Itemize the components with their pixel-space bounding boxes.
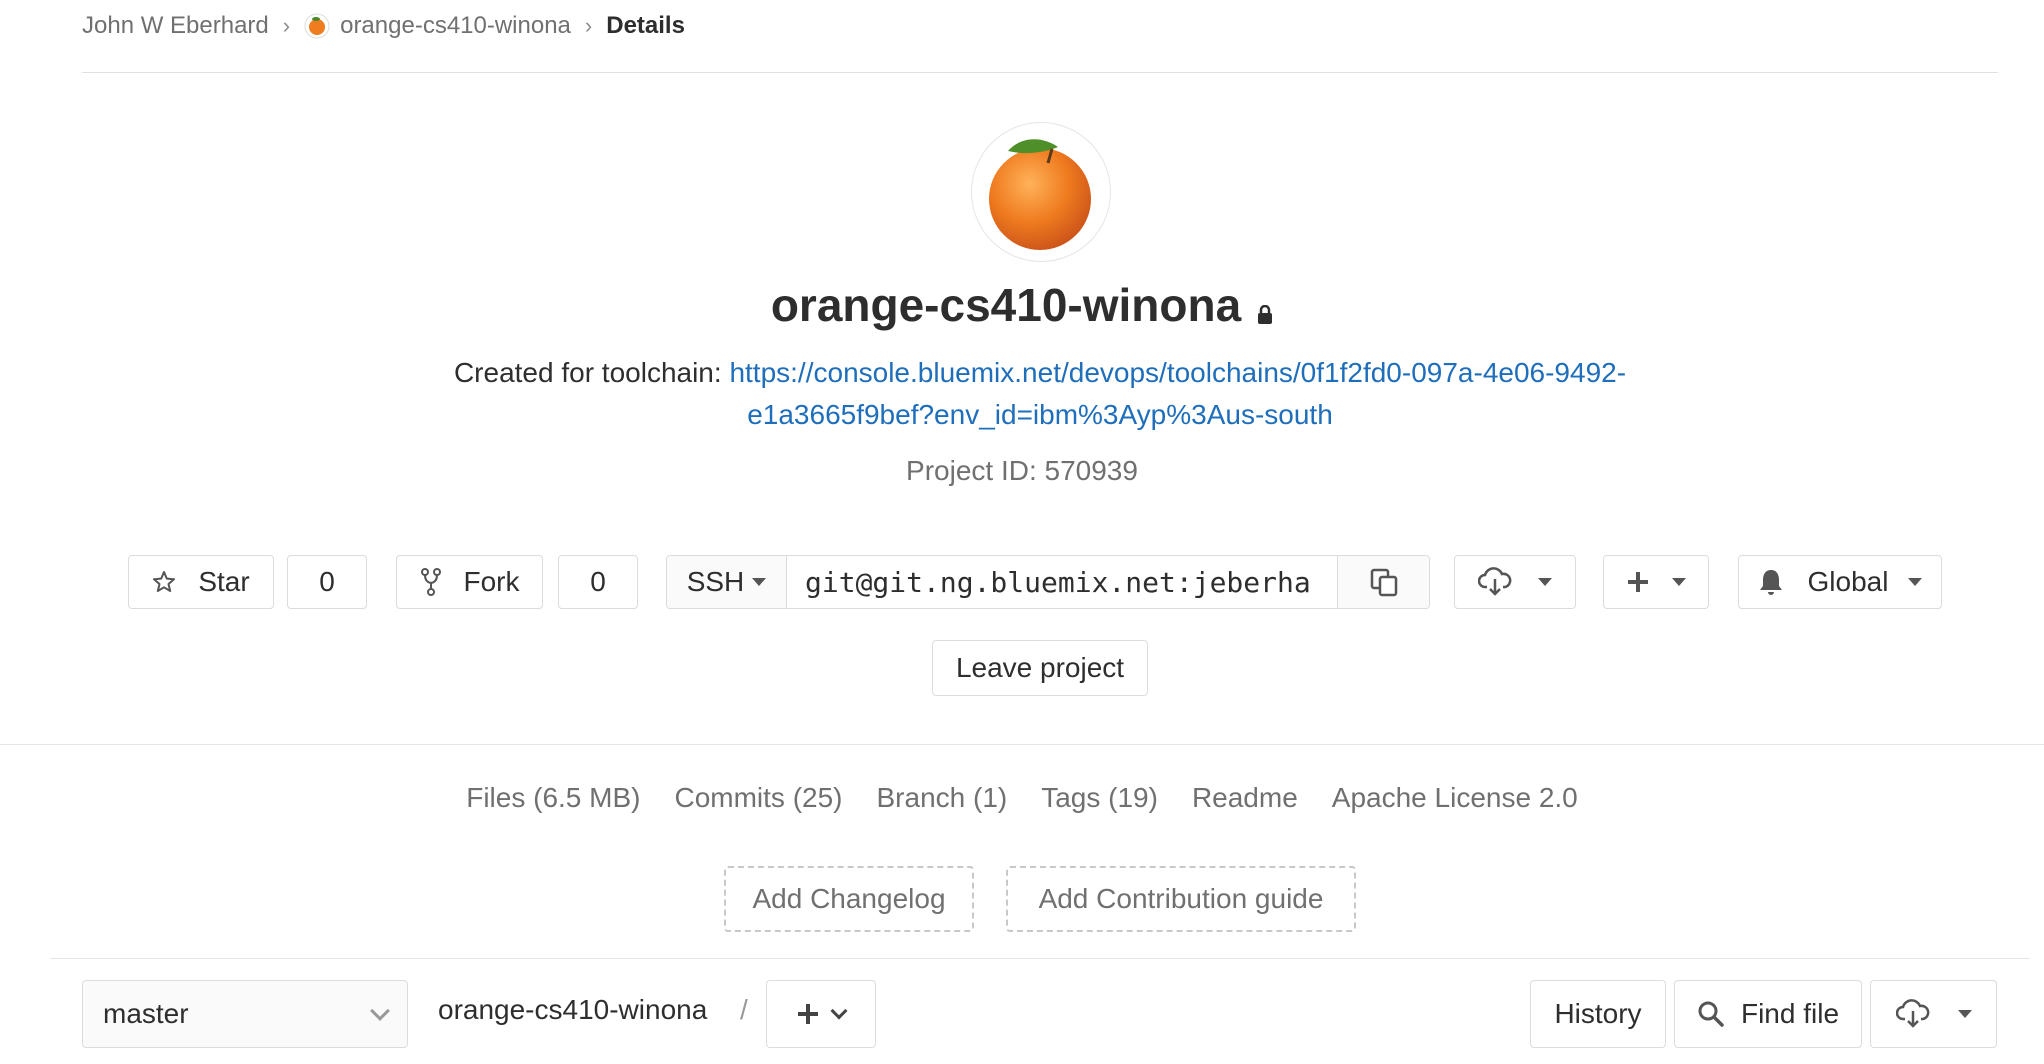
star-count[interactable]: 0 xyxy=(287,555,367,609)
notification-level: Global xyxy=(1807,566,1889,597)
history-button[interactable]: History xyxy=(1530,980,1666,1048)
divider xyxy=(0,744,2044,745)
branch-name: master xyxy=(103,998,189,1029)
chevron-down-icon xyxy=(370,1001,390,1021)
readme-link[interactable]: Readme xyxy=(1192,782,1298,814)
project-stats: Files (6.5 MB) Commits (25) Branch (1) T… xyxy=(0,782,2044,814)
toolchain-link[interactable]: https://console.bluemix.net/devops/toolc… xyxy=(729,357,1626,430)
project-id: Project ID: 570939 xyxy=(906,455,1138,486)
cloud-download-icon xyxy=(1895,999,1930,1029)
add-to-tree-dropdown[interactable] xyxy=(766,980,876,1048)
star-button[interactable]: Star xyxy=(128,555,274,609)
commits-link[interactable]: Commits (25) xyxy=(674,782,842,814)
add-changelog-button[interactable]: Add Changelog xyxy=(724,866,974,932)
orange-icon xyxy=(989,139,1091,250)
breadcrumb: John W Eberhard › orange-cs410-winona › … xyxy=(82,8,685,44)
project-description: Created for toolchain: https://console.b… xyxy=(380,352,1700,436)
divider xyxy=(82,72,1998,73)
notification-dropdown[interactable]: Global xyxy=(1738,555,1942,609)
project-avatar xyxy=(971,122,1111,262)
star-icon xyxy=(152,570,176,594)
clone-protocol-dropdown[interactable]: SSH xyxy=(667,556,787,608)
plus-icon xyxy=(1626,570,1650,594)
tags-link[interactable]: Tags (19) xyxy=(1041,782,1158,814)
breadcrumb-owner[interactable]: John W Eberhard xyxy=(82,12,269,40)
star-label: Star xyxy=(198,566,250,597)
license-link[interactable]: Apache License 2.0 xyxy=(1332,782,1578,814)
project-name: orange-cs410-winona xyxy=(770,279,1242,331)
breadcrumb-current[interactable]: Details xyxy=(606,12,685,40)
leave-project-button[interactable]: Leave project xyxy=(932,640,1148,696)
files-link[interactable]: Files (6.5 MB) xyxy=(466,782,640,814)
search-icon xyxy=(1697,1000,1725,1028)
copy-icon xyxy=(1369,567,1399,597)
fork-button[interactable]: Fork xyxy=(396,555,543,609)
breadcrumb-project[interactable]: orange-cs410-winona xyxy=(340,12,571,40)
breadcrumb-separator-icon: › xyxy=(584,13,593,38)
chevron-down-icon xyxy=(830,1002,848,1020)
bell-icon xyxy=(1758,568,1784,596)
divider xyxy=(50,958,2030,959)
tree-download-dropdown[interactable] xyxy=(1870,980,1997,1048)
find-file-button[interactable]: Find file xyxy=(1674,980,1862,1048)
description-prefix: Created for toolchain: xyxy=(453,357,730,388)
find-file-label: Find file xyxy=(1740,998,1840,1029)
fork-label: Fork xyxy=(463,566,520,597)
plus-icon xyxy=(797,1003,819,1025)
fork-icon xyxy=(420,568,442,596)
cloud-download-icon xyxy=(1478,567,1512,597)
path-separator: / xyxy=(740,994,748,1025)
new-item-dropdown[interactable] xyxy=(1603,555,1709,609)
fork-count[interactable]: 0 xyxy=(558,555,638,609)
breadcrumb-separator-icon: › xyxy=(282,13,291,38)
copy-url-button[interactable] xyxy=(1337,556,1429,608)
repo-root-link[interactable]: orange-cs410-winona xyxy=(438,994,707,1026)
clone-url-input[interactable] xyxy=(787,556,1337,608)
clone-protocol-label: SSH xyxy=(686,566,745,597)
branch-link[interactable]: Branch (1) xyxy=(877,782,1008,814)
orange-icon xyxy=(304,13,330,39)
caret-down-icon xyxy=(1672,578,1686,586)
clone-group: SSH xyxy=(666,555,1430,609)
caret-down-icon xyxy=(752,578,767,586)
lock-icon xyxy=(1257,282,1273,336)
add-contribution-guide-button[interactable]: Add Contribution guide xyxy=(1006,866,1356,932)
caret-down-icon xyxy=(1957,1010,1972,1018)
branch-selector[interactable]: master xyxy=(82,980,408,1048)
page-title: orange-cs410-winona xyxy=(0,278,2044,336)
download-dropdown[interactable] xyxy=(1454,555,1576,609)
caret-down-icon xyxy=(1538,578,1552,586)
caret-down-icon xyxy=(1908,578,1923,586)
